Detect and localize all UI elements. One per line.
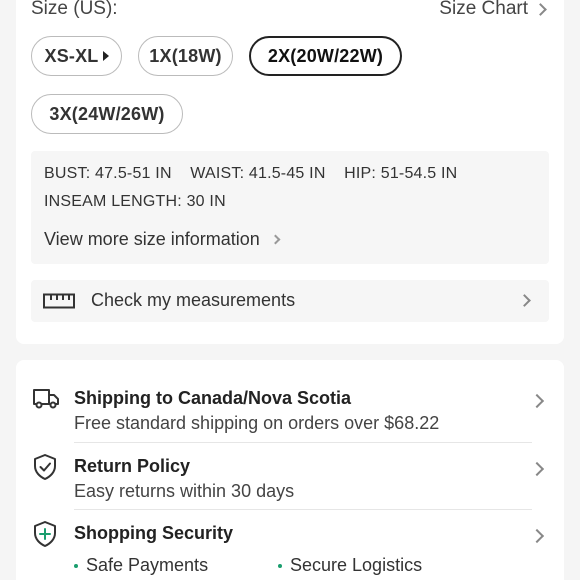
check-measurements-button[interactable]: Check my measurements [31,280,549,322]
check-measurements-label: Check my measurements [91,290,296,310]
size-option-3x[interactable]: 3X(24W/26W) [31,94,183,134]
shopping-security-title: Shopping Security [74,523,234,543]
chevron-right-icon [518,294,531,307]
return-policy-subtitle: Easy returns within 30 days [74,481,295,501]
view-more-size-info-link[interactable]: View more size information [44,229,281,250]
size-measurements: BUST: 47.5-51 IN WAIST: 41.5-45 IN HIP: … [44,165,458,182]
inseam-length: INSEAM LENGTH: 30 IN [44,193,226,210]
shield-plus-icon [34,521,56,547]
security-item-label: Secure Logistics [290,555,423,575]
size-option-label: 3X(24W/26W) [49,103,165,124]
divider [74,509,532,510]
shipping-title: Shipping to Canada/Nova Scotia [74,388,352,408]
size-label: Size (US): [31,0,118,19]
size-chart-link[interactable]: Size Chart [439,0,547,20]
security-item-label: Safe Payments [86,555,209,575]
ruler-icon [43,293,75,309]
security-item: Secure Logistics [278,555,422,576]
view-more-label: View more size information [44,229,260,249]
security-item: Safe Payments [74,555,208,576]
size-option-label: 2X(20W/22W) [267,45,384,66]
divider [74,442,532,443]
return-policy-title: Return Policy [74,456,191,476]
chevron-right-icon [534,2,547,16]
bullet-dot-icon [74,563,78,568]
size-info-panel: BUST: 47.5-51 IN WAIST: 41.5-45 IN HIP: … [31,151,549,264]
size-option-1x[interactable]: 1X(18W) [138,36,233,76]
shipping-subtitle: Free standard shipping on orders over $6… [74,413,440,433]
bullet-dot-icon [278,563,282,568]
size-option-xs-xl[interactable]: XS-XL [31,36,122,76]
size-chart-label: Size Chart [439,0,528,19]
size-option-2x[interactable]: 2X(20W/22W) [249,36,402,76]
size-option-label: 1X(18W) [149,45,222,66]
truck-icon [33,389,59,409]
size-option-label: XS-XL [44,45,99,66]
caret-right-icon [102,51,109,61]
shield-check-icon [34,454,56,480]
chevron-right-icon [270,234,281,245]
